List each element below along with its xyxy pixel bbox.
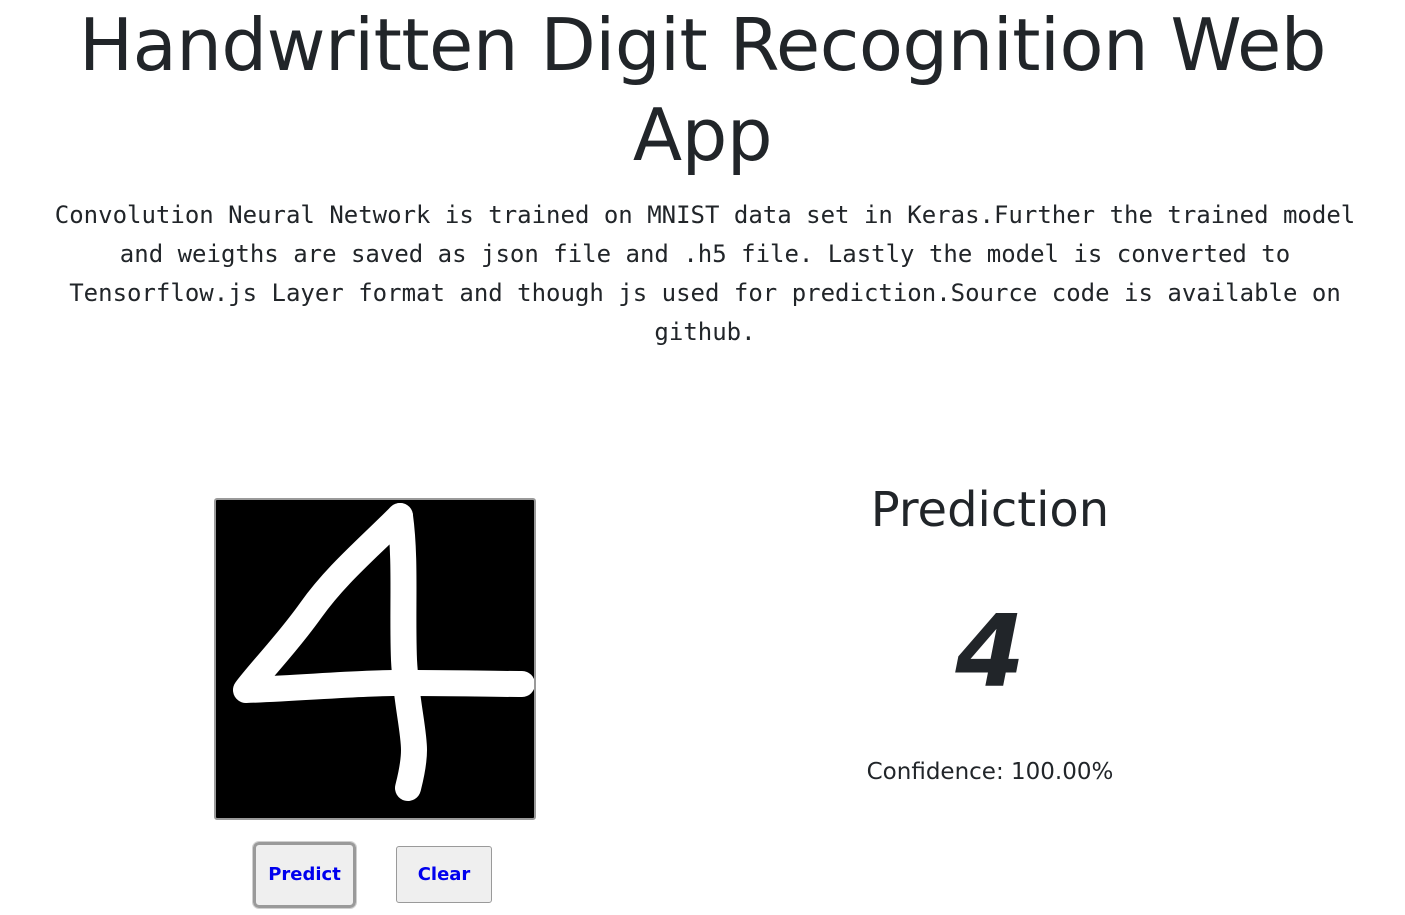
confidence-value: 100.00% bbox=[1011, 759, 1114, 785]
predicted-digit: 4 bbox=[955, 593, 1025, 710]
prediction-heading: Prediction bbox=[870, 482, 1110, 538]
app-description: Convolution Neural Network is trained on… bbox=[54, 201, 1356, 346]
clear-button[interactable]: Clear bbox=[396, 846, 492, 903]
handwritten-digit-stroke bbox=[233, 503, 534, 801]
confidence-label: Confidence: bbox=[866, 759, 1004, 785]
confidence-readout: Confidence: 100.00% bbox=[780, 756, 1200, 788]
drawing-canvas[interactable] bbox=[214, 498, 536, 820]
page-title: Handwritten Digit Recognition Web App bbox=[79, 3, 1326, 177]
predict-button[interactable]: Predict bbox=[252, 841, 357, 909]
